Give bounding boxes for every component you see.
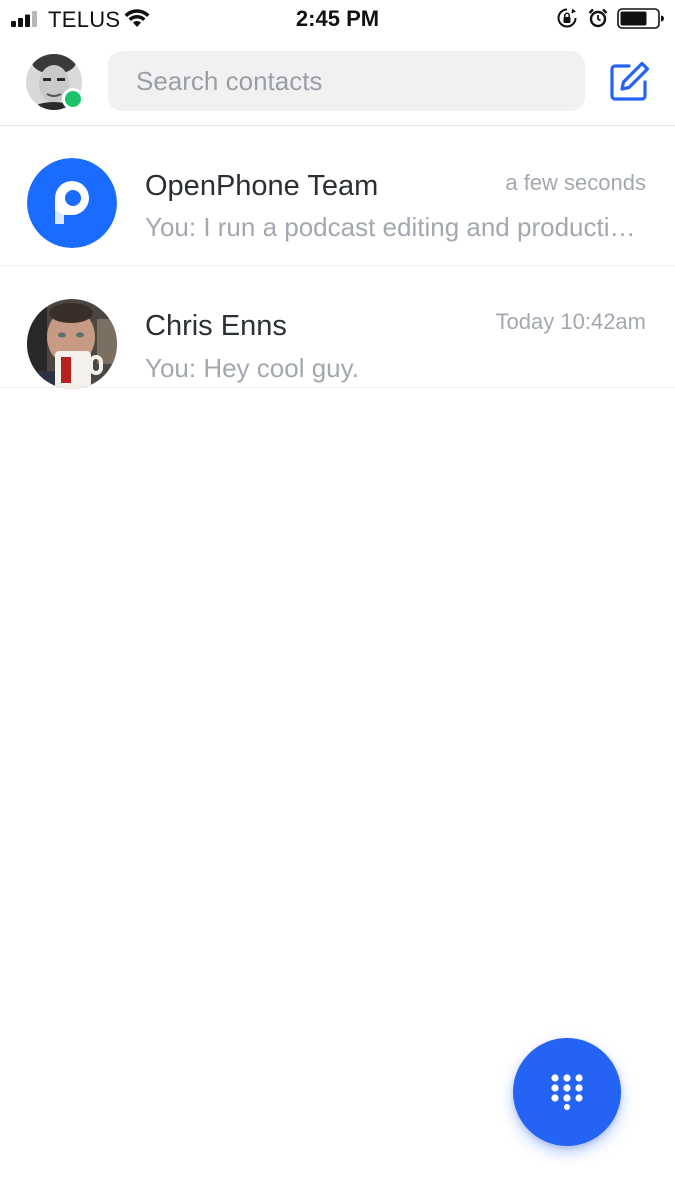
dialpad-button[interactable] xyxy=(513,1038,621,1146)
search-input[interactable] xyxy=(108,51,585,111)
dialpad-icon xyxy=(551,1074,583,1110)
openphone-logo-avatar xyxy=(27,158,117,248)
message-preview: You: Hey cool guy. xyxy=(145,353,359,383)
compose-icon[interactable] xyxy=(609,60,651,102)
alarm-icon xyxy=(588,8,608,28)
message-preview: You: I run a podcast editing and product… xyxy=(145,212,647,242)
conversation-item[interactable]: OpenPhone Team a few seconds You: I run … xyxy=(0,126,675,266)
conversation-item[interactable]: Chris Enns Today 10:42am You: Hey cool g… xyxy=(0,266,675,389)
contact-photo-avatar xyxy=(27,299,117,389)
battery-icon xyxy=(617,8,664,29)
openphone-logo-icon xyxy=(27,158,117,248)
contact-name: OpenPhone Team xyxy=(145,170,379,202)
online-status-indicator xyxy=(62,88,84,110)
rotation-lock-icon xyxy=(557,8,577,28)
header-bar xyxy=(0,38,675,126)
contact-photo-icon xyxy=(27,299,117,389)
message-timestamp: a few seconds xyxy=(505,170,646,195)
contact-name: Chris Enns xyxy=(145,310,287,342)
conversation-list: OpenPhone Team a few seconds You: I run … xyxy=(0,126,675,389)
app-screen: TELUS 2:45 PM Search contacts OpenPhone … xyxy=(0,0,675,1200)
message-timestamp: Today 10:42am xyxy=(495,309,646,334)
status-bar: TELUS 2:45 PM xyxy=(0,0,675,38)
